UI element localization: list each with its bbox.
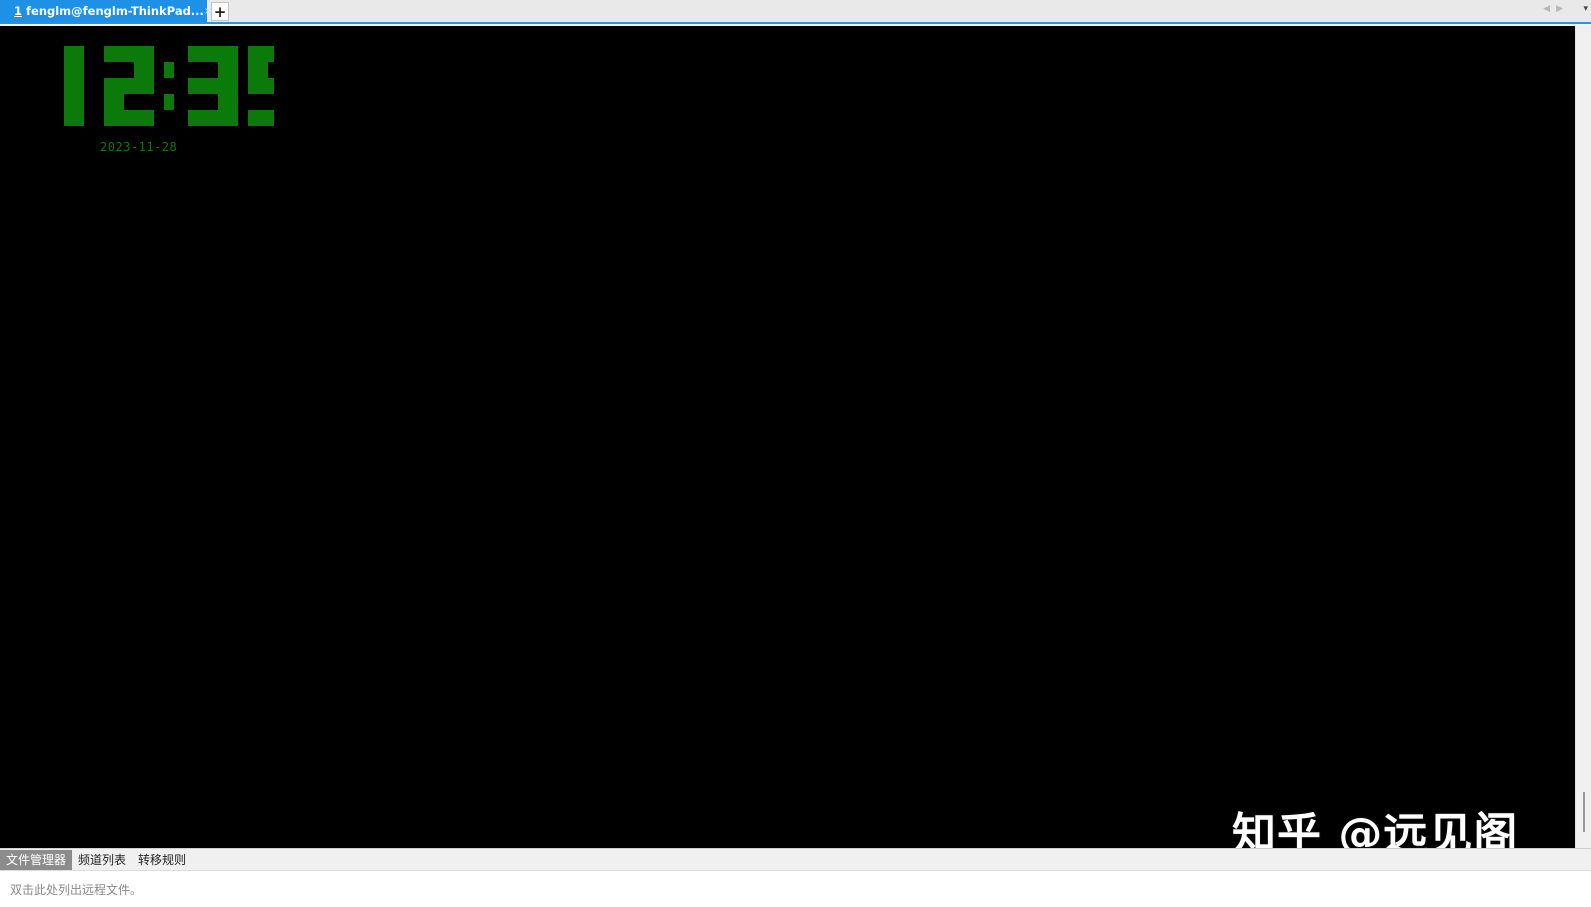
terminal-screen[interactable]: 2023-11-28 [0, 26, 1575, 848]
clock-colon [164, 62, 174, 110]
clock-display [44, 46, 298, 134]
tab-channel-list[interactable]: 频道列表 [72, 850, 132, 870]
tab-bar: 1 fenglm@fenglm-ThinkPad... × + ◀ ▶ ▾ [0, 0, 1591, 24]
clock-digit [188, 46, 238, 126]
arrow-right-icon[interactable]: ▶ [1556, 4, 1563, 14]
clock-date: 2023-11-28 [100, 140, 178, 154]
terminal-scrollbar[interactable] [1575, 26, 1591, 848]
clock-digit [104, 46, 154, 126]
scrollbar-thumb[interactable] [1583, 792, 1585, 832]
remote-files-hint[interactable]: 双击此处列出远程文件。 [10, 881, 142, 898]
tab-transfer-rules[interactable]: 转移规则 [132, 850, 192, 870]
file-manager-panel[interactable]: 双击此处列出远程文件。 [0, 870, 1591, 907]
arrow-left-icon[interactable]: ◀ [1543, 4, 1550, 14]
clock-digits [64, 46, 298, 126]
chevron-down-icon[interactable]: ▾ [1583, 4, 1588, 14]
tab-title: fenglm@fenglm-ThinkPad... [26, 4, 204, 18]
tab-file-manager[interactable]: 文件管理器 [0, 849, 73, 870]
bottom-tab-bar: 文件管理器 频道列表 转移规则 [0, 848, 1591, 870]
clock-digit [248, 46, 298, 126]
session-tab[interactable]: 1 fenglm@fenglm-ThinkPad... × [0, 0, 212, 22]
plus-icon[interactable]: + [211, 2, 229, 21]
clock-digit [64, 46, 84, 126]
tab-number: 1 [14, 4, 23, 18]
tab-nav: ◀ ▶ [1543, 4, 1563, 14]
